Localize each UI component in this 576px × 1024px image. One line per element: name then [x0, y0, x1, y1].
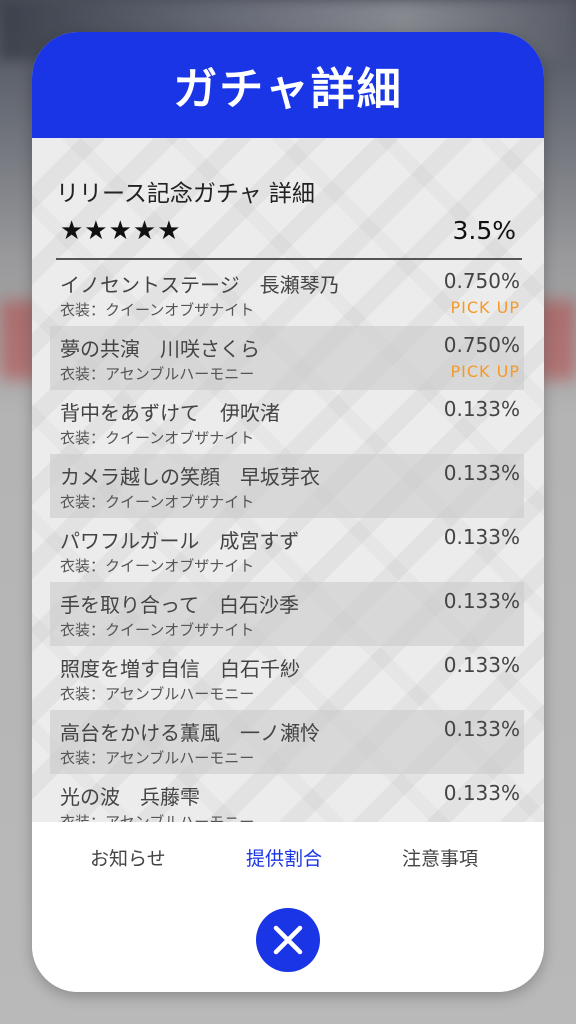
card-name: 背中をあずけて 伊吹渚	[60, 401, 280, 425]
tab-rates[interactable]: 提供割合	[246, 844, 322, 871]
modal-title: ガチャ詳細	[173, 64, 403, 115]
card-costume: 衣装：アセンブルハーモニー	[60, 685, 255, 703]
rates-content[interactable]: リリース記念ガチャ 詳細 ★★★★★ 3.5% イノセントステージ 長瀬琴乃 衣…	[32, 138, 544, 822]
card-rate: 0.133%	[443, 781, 520, 805]
card-name: 高台をかける薫風 一ノ瀬怜	[60, 721, 320, 745]
card-costume: 衣装：アセンブルハーモニー	[60, 749, 255, 767]
card-name: 夢の共演 川咲さくら	[60, 337, 260, 361]
card-row: パワフルガール 成宮すず 衣装：クイーンオブザナイト 0.133%	[50, 518, 524, 582]
close-button[interactable]	[256, 908, 320, 972]
card-name: 手を取り合って 白石沙季	[60, 593, 299, 617]
card-name: 光の波 兵藤雫	[60, 785, 200, 809]
card-row: カメラ越しの笑顔 早坂芽衣 衣装：クイーンオブザナイト 0.133%	[50, 454, 524, 518]
tab-caution[interactable]: 注意事項	[402, 844, 478, 871]
modal-header: ガチャ詳細	[32, 32, 544, 138]
card-row: 照度を増す自信 白石千紗 衣装：アセンブルハーモニー 0.133%	[50, 646, 524, 710]
card-rate: 0.133%	[443, 525, 520, 549]
card-rate: 0.133%	[443, 589, 520, 613]
card-row: 光の波 兵藤雫 衣装：アセンブルハーモニー 0.133%	[50, 774, 524, 822]
card-rate: 0.133%	[443, 653, 520, 677]
card-costume: 衣装：クイーンオブザナイト	[60, 621, 255, 639]
tab-bar: お知らせ 提供割合 注意事項	[32, 822, 544, 892]
close-icon	[273, 925, 303, 955]
card-rate: 0.133%	[443, 461, 520, 485]
card-name: パワフルガール 成宮すず	[60, 529, 300, 553]
card-rate: 0.750%	[443, 333, 520, 357]
card-rate: 0.133%	[443, 717, 520, 741]
card-row: イノセントステージ 長瀬琴乃 衣装：クイーンオブザナイト 0.750% PICK…	[50, 262, 524, 326]
rarity-rate: 3.5%	[452, 216, 516, 245]
card-row: 夢の共演 川咲さくら 衣装：アセンブルハーモニー 0.750% PICK UP	[50, 326, 524, 390]
card-costume: 衣装：クイーンオブザナイト	[60, 301, 255, 319]
card-costume: 衣装：アセンブルハーモニー	[60, 365, 255, 383]
pickup-badge: PICK UP	[450, 362, 520, 381]
card-costume: 衣装：クイーンオブザナイト	[60, 557, 255, 575]
modal-footer	[32, 892, 544, 992]
tab-notice[interactable]: お知らせ	[90, 844, 166, 871]
card-row: 高台をかける薫風 一ノ瀬怜 衣装：アセンブルハーモニー 0.133%	[50, 710, 524, 774]
pickup-badge: PICK UP	[450, 298, 520, 317]
card-rate: 0.750%	[443, 269, 520, 293]
card-costume: 衣装：アセンブルハーモニー	[60, 813, 255, 822]
rarity-stars: ★★★★★	[60, 216, 182, 246]
card-costume: 衣装：クイーンオブザナイト	[60, 493, 255, 511]
card-row: 背中をあずけて 伊吹渚 衣装：クイーンオブザナイト 0.133%	[50, 390, 524, 454]
card-name: 照度を増す自信 白石千紗	[60, 657, 300, 681]
card-name: カメラ越しの笑顔 早坂芽衣	[60, 465, 320, 489]
card-rate: 0.133%	[443, 397, 520, 421]
card-costume: 衣装：クイーンオブザナイト	[60, 429, 255, 447]
card-list: イノセントステージ 長瀬琴乃 衣装：クイーンオブザナイト 0.750% PICK…	[50, 262, 524, 822]
gacha-detail-modal: ガチャ詳細 リリース記念ガチャ 詳細 ★★★★★ 3.5% イノセントステージ …	[32, 32, 544, 992]
divider	[56, 258, 522, 260]
card-name: イノセントステージ 長瀬琴乃	[60, 273, 340, 297]
card-row: 手を取り合って 白石沙季 衣装：クイーンオブザナイト 0.133%	[50, 582, 524, 646]
section-title: リリース記念ガチャ 詳細	[56, 181, 315, 207]
